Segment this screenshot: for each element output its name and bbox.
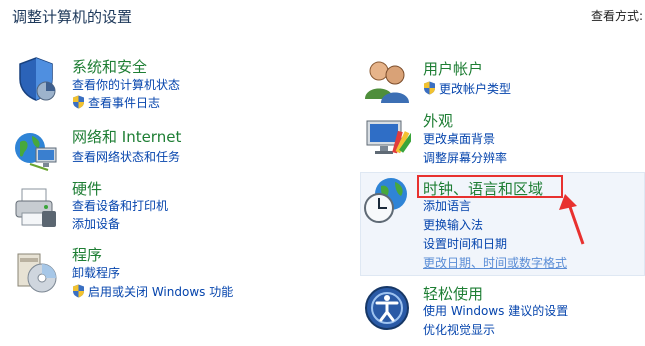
annotation-arrow-icon <box>559 194 585 245</box>
category-title-programs[interactable]: 程序 <box>72 244 102 265</box>
shield-security-icon[interactable] <box>12 55 60 103</box>
link-view-computer-status[interactable]: 查看你的计算机状态 <box>72 77 180 93</box>
uac-shield-icon <box>424 81 435 95</box>
link-uninstall-program[interactable]: 卸载程序 <box>72 265 120 281</box>
view-by-label[interactable]: 查看方式: <box>591 7 643 24</box>
link-screen-resolution[interactable]: 调整屏幕分辨率 <box>423 150 507 166</box>
clock-globe-icon[interactable] <box>363 176 411 224</box>
link-desktop-background[interactable]: 更改桌面背景 <box>423 131 495 147</box>
link-windows-recommended[interactable]: 使用 Windows 建议的设置 <box>423 303 568 319</box>
link-view-event-log[interactable]: 查看事件日志 <box>88 96 160 110</box>
category-title-user[interactable]: 用户帐户 <box>423 58 483 79</box>
link-optimize-display[interactable]: 优化视觉显示 <box>423 322 495 338</box>
category-title-network[interactable]: 网络和 Internet <box>72 126 181 147</box>
link-view-event-log-row[interactable]: 查看事件日志 <box>72 95 160 111</box>
link-windows-features-row[interactable]: 启用或关闭 Windows 功能 <box>72 284 233 300</box>
category-title-hardware[interactable]: 硬件 <box>72 178 102 199</box>
link-add-device[interactable]: 添加设备 <box>72 216 120 232</box>
page-title: 调整计算机的设置 <box>12 8 133 26</box>
category-title-system[interactable]: 系统和安全 <box>72 56 147 77</box>
category-title-appearance[interactable]: 外观 <box>423 110 453 131</box>
programs-disk-icon[interactable] <box>12 248 60 296</box>
ease-of-access-icon[interactable] <box>363 284 411 332</box>
uac-shield-icon <box>73 95 84 109</box>
users-icon[interactable] <box>363 57 411 105</box>
link-windows-features[interactable]: 启用或关闭 Windows 功能 <box>88 285 233 299</box>
link-change-input-method[interactable]: 更换输入法 <box>423 217 483 233</box>
link-network-status[interactable]: 查看网络状态和任务 <box>72 149 180 165</box>
link-devices-printers[interactable]: 查看设备和打印机 <box>72 198 168 214</box>
annotation-highlight-box <box>417 175 563 198</box>
link-change-date-formats[interactable]: 更改日期、时间或数字格式 <box>423 255 567 271</box>
link-change-account-type-row[interactable]: 更改帐户类型 <box>423 81 511 97</box>
uac-shield-icon <box>73 284 84 298</box>
link-add-language[interactable]: 添加语言 <box>423 198 471 214</box>
printer-icon[interactable] <box>12 183 60 231</box>
appearance-monitor-icon[interactable] <box>363 113 411 161</box>
link-change-account-type[interactable]: 更改帐户类型 <box>439 82 511 96</box>
link-set-date-time[interactable]: 设置时间和日期 <box>423 236 507 252</box>
network-globe-icon[interactable] <box>12 126 60 174</box>
category-title-ease[interactable]: 轻松使用 <box>423 283 483 304</box>
